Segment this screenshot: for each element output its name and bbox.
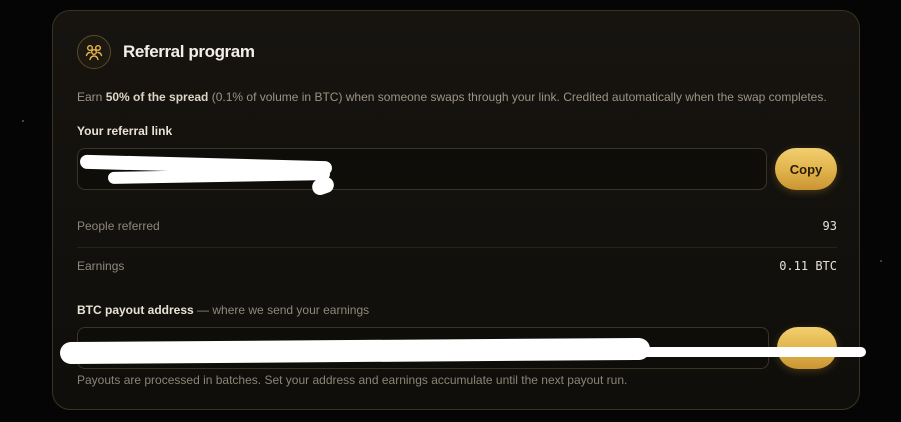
payout-footnote: Payouts are processed in batches. Set yo… xyxy=(77,373,628,387)
background-star xyxy=(22,120,24,122)
referral-link-label: Your referral link xyxy=(77,124,173,138)
stats-divider xyxy=(77,247,837,248)
card-title: Referral program xyxy=(123,42,255,61)
stat-row-earnings: Earnings 0.11 BTC xyxy=(77,259,837,273)
stat-value: 0.11 BTC xyxy=(779,259,837,273)
redaction-mark xyxy=(620,347,866,357)
description-emphasis: 50% of the spread xyxy=(105,90,209,104)
stat-row-people-referred: People referred 93 xyxy=(77,219,837,233)
stat-label: People referred xyxy=(77,219,160,233)
people-group-icon xyxy=(77,35,111,69)
payout-address-label: BTC payout address — where we send your … xyxy=(77,303,369,317)
description-prefix: Earn xyxy=(77,90,106,104)
payout-label-text: BTC payout address xyxy=(77,303,194,317)
stat-label: Earnings xyxy=(77,259,125,273)
background-star xyxy=(880,260,882,262)
stat-value: 93 xyxy=(822,219,837,233)
referral-description: Earn 50% of the spread (0.1% of volume i… xyxy=(77,90,827,104)
card-header: Referral program xyxy=(77,35,255,69)
copy-link-button[interactable]: Copy xyxy=(775,148,837,190)
payout-label-hint: — where we send your earnings xyxy=(193,303,370,317)
redaction-mark xyxy=(59,337,651,365)
description-suffix: (0.1% of volume in BTC) when someone swa… xyxy=(208,90,827,104)
